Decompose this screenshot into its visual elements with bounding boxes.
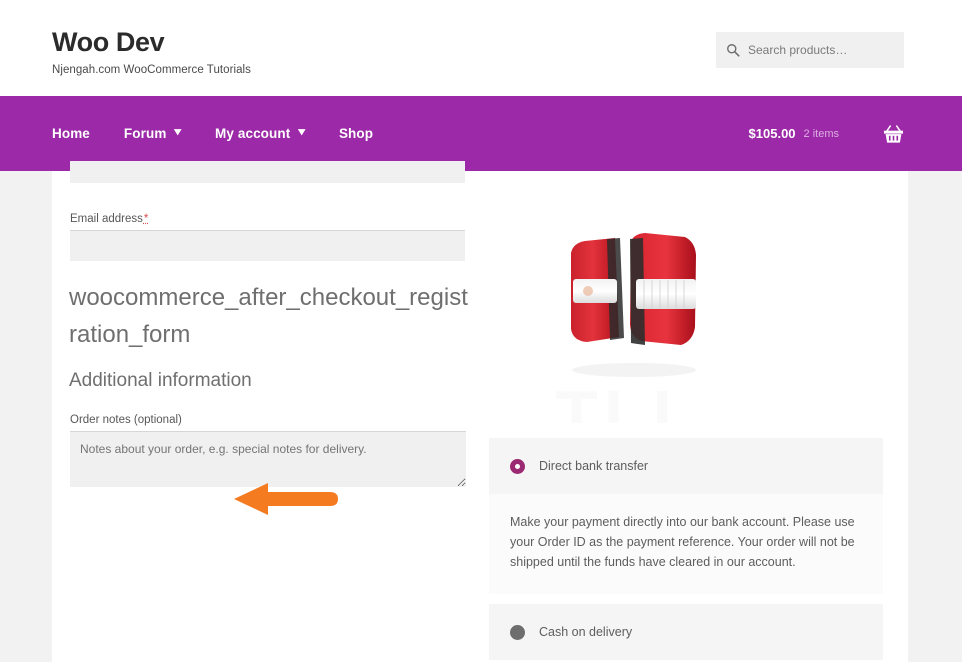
cart-summary[interactable]: $105.00 2 items [749,96,904,171]
nav-list: Home Forum ▾ My account ▾ Shop [52,96,373,171]
site-title[interactable]: Woo Dev [52,28,251,57]
email-field-label: Email address* [70,213,465,225]
payment-methods-box: Direct bank transfer Make your payment d… [489,438,883,660]
main-navigation: Home Forum ▾ My account ▾ Shop $105.00 2… [0,96,962,171]
email-field-row: Email address* [70,213,465,261]
payment-option-label: Direct bank transfer [539,459,649,473]
nav-item-my-account[interactable]: My account ▾ [215,126,305,141]
search-icon [727,44,740,57]
payment-option-cash-on-delivery[interactable]: Cash on delivery [489,604,883,660]
nav-item-label: Home [52,126,90,141]
nav-item-forum[interactable]: Forum ▾ [123,126,182,141]
required-asterisk: * [143,213,149,225]
order-notes-row: Order notes (optional) [70,414,466,487]
email-field[interactable] [70,230,465,261]
payment-method-description: Make your payment directly into our bank… [489,494,883,594]
chevron-down-icon: ▾ [298,126,306,138]
nav-item-home[interactable]: Home [52,126,90,141]
search-input[interactable] [748,43,894,57]
nav-item-label: Forum [123,126,167,141]
radio-unselected-icon[interactable] [510,624,525,640]
clipped-input-above[interactable] [70,161,465,183]
radio-selected-icon[interactable] [510,458,525,474]
cart-item-count: 2 items [803,127,839,140]
nav-item-shop[interactable]: Shop [339,126,373,141]
product-search-form[interactable] [716,32,904,68]
order-notes-textarea[interactable] [70,431,466,487]
site-tagline: Njengah.com WooCommerce Tutorials [52,64,251,77]
order-notes-label: Order notes (optional) [70,414,182,426]
shopping-basket-icon[interactable] [883,124,904,144]
nav-item-label: My account [215,126,291,141]
hook-name-heading: woocommerce_after_checkout_registration_… [69,284,468,348]
cart-total-amount: $105.00 [748,126,796,141]
email-label-text: Email address [70,213,143,225]
payment-list-divider [489,594,883,604]
site-header: Woo Dev Njengah.com WooCommerce Tutorial… [0,0,962,96]
image-watermark: TLL [555,376,702,423]
nav-item-label: Shop [338,126,374,141]
payment-option-direct-bank-transfer[interactable]: Direct bank transfer [489,438,883,494]
payment-option-label: Cash on delivery [539,625,633,639]
chevron-down-icon: ▾ [174,126,182,138]
checkout-content: Email address* woocommerce_after_checkou… [52,161,908,662]
product-thumbnail: TLL [489,195,883,423]
additional-information-heading: Additional information [69,370,252,391]
page-root: Woo Dev Njengah.com WooCommerce Tutorial… [0,0,962,662]
branding[interactable]: Woo Dev Njengah.com WooCommerce Tutorial… [52,28,251,77]
